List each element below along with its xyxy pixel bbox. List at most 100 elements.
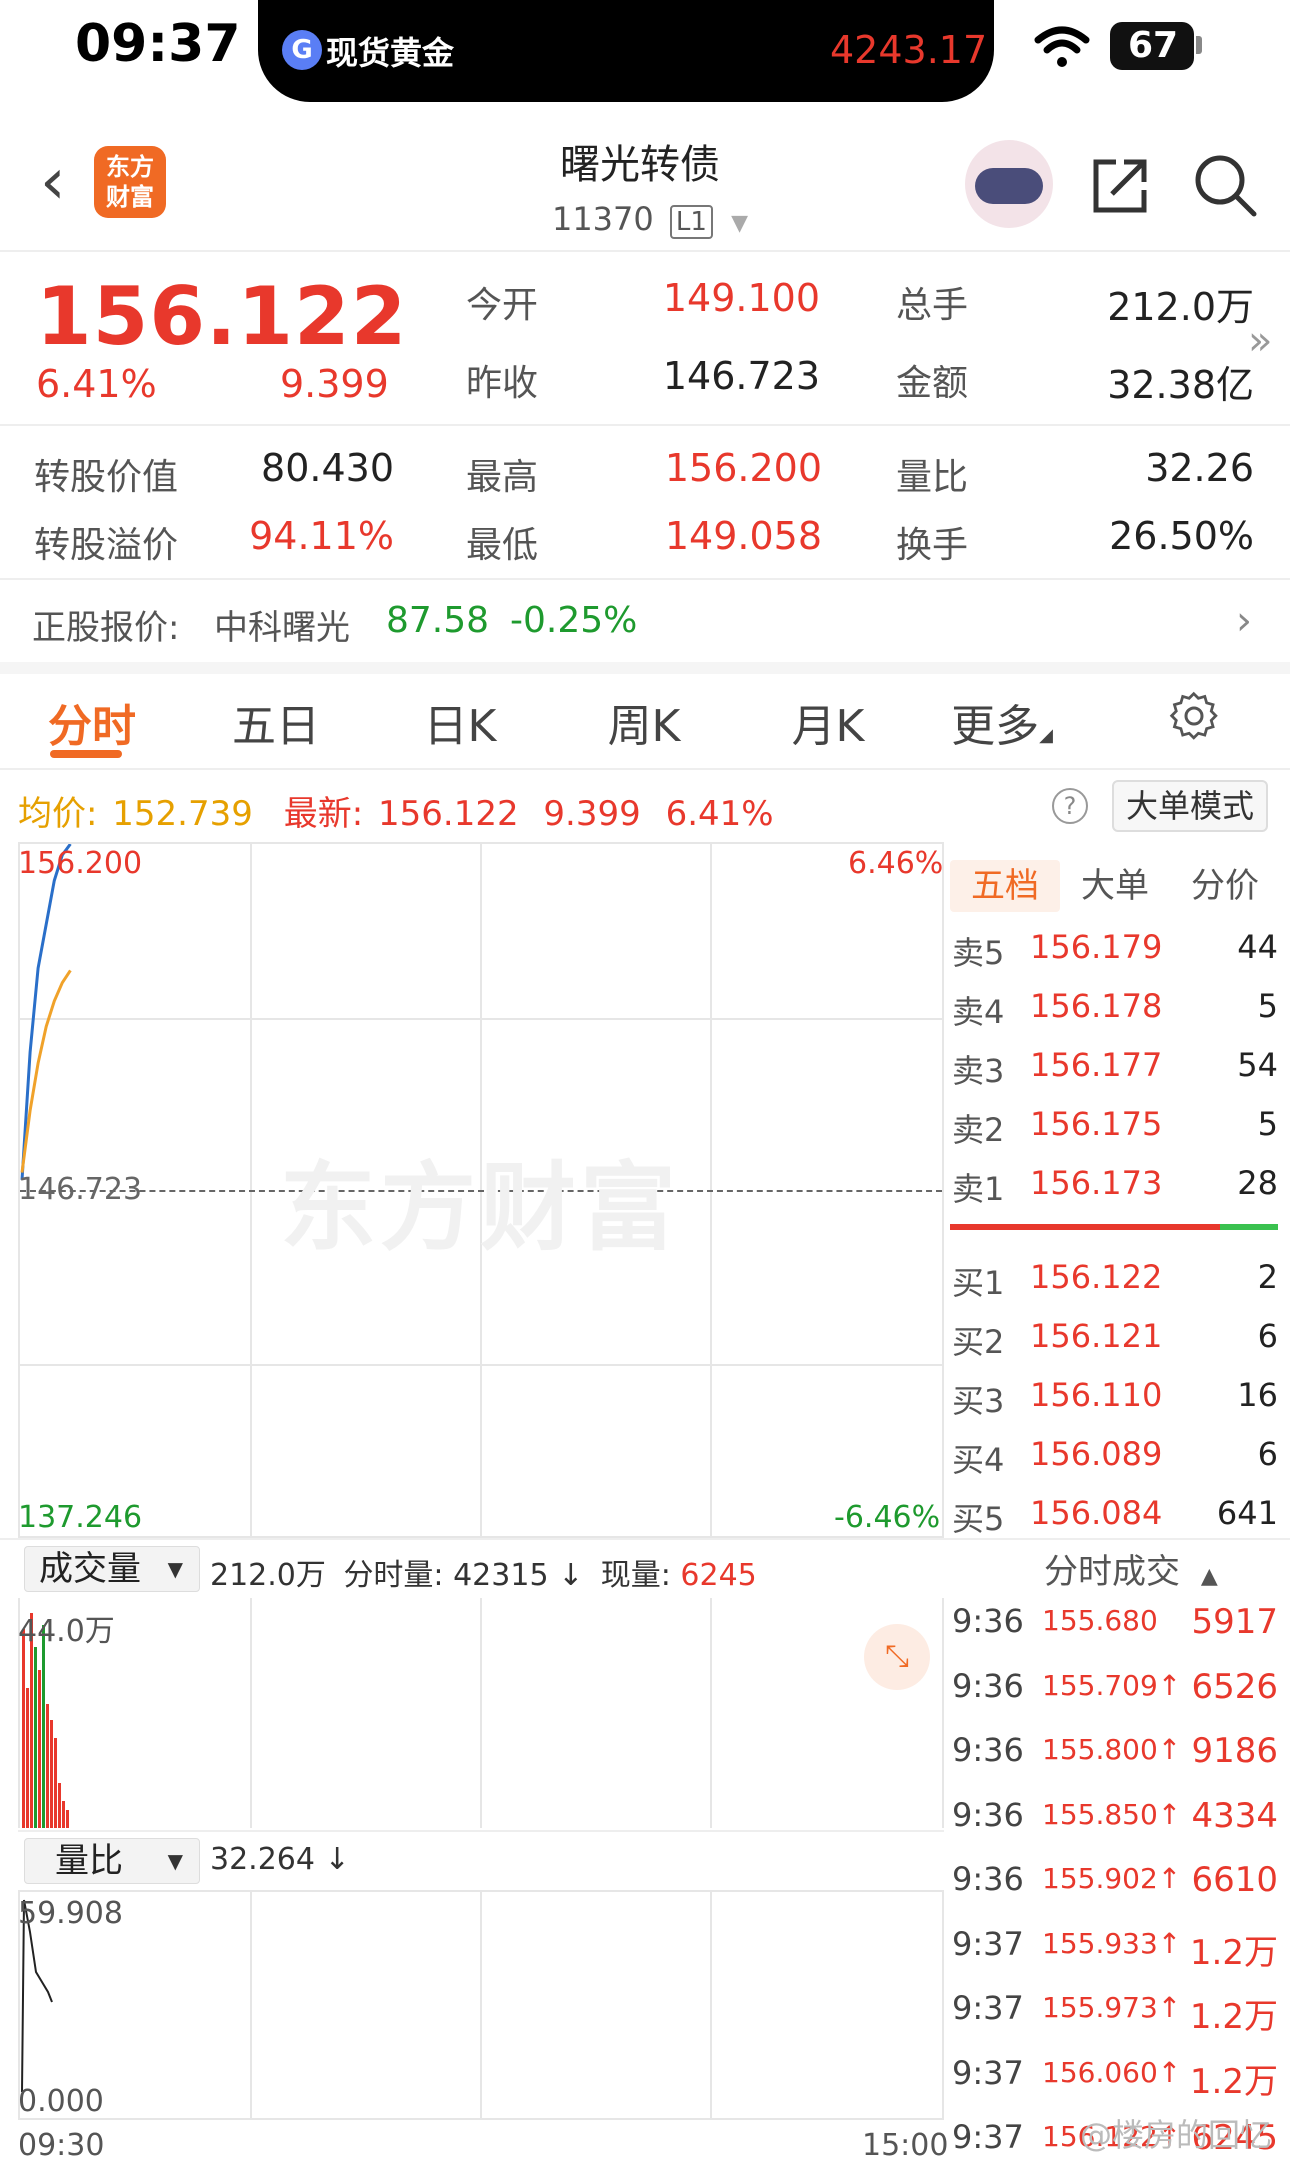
level-label: 卖4 [952, 993, 1005, 1031]
volume-label: 总手 [896, 285, 969, 326]
active-tab-indicator [50, 750, 122, 758]
eastmoney-logo[interactable]: 东方 财富 [94, 146, 166, 218]
trades-header-label: 分时成交 [1044, 1552, 1180, 1592]
help-icon[interactable]: ? [1052, 788, 1088, 824]
weibo-watermark: @楼房的回忆 [1080, 2116, 1273, 2154]
level-price: 156.177 [1030, 1046, 1163, 1084]
tab-monthly-k[interactable]: 月K [748, 690, 908, 754]
security-code[interactable]: 11370 L1 ▼ [500, 200, 800, 239]
bid-row[interactable]: 买5 156.084 641 [944, 1490, 1290, 1540]
bid-row[interactable]: 买2 156.121 6 [944, 1313, 1290, 1363]
tab-five-level[interactable]: 五档 [950, 860, 1060, 912]
volume-value: 212.0万 [1107, 285, 1254, 329]
turnover-label: 换手 [896, 525, 969, 566]
trade-row: 9:36 155.680 5917 [944, 1596, 1290, 1652]
latest-label: 最新: [283, 794, 364, 834]
prev-close-label: 昨收 [466, 363, 539, 404]
trade-time: 9:37 [952, 2118, 1024, 2156]
amount-value: 32.38亿 [1107, 363, 1254, 407]
trade-price: 155.709↑ [1042, 1668, 1182, 1702]
ask-row[interactable]: 卖5 156.179 44 [944, 924, 1290, 974]
volume-indicator-select[interactable]: 成交量 ▼ [24, 1546, 200, 1592]
level-price: 156.089 [1030, 1435, 1163, 1473]
level-qty: 5 [1257, 987, 1278, 1025]
level-price: 156.121 [1030, 1317, 1163, 1355]
tab-five-day[interactable]: 五日 [196, 690, 356, 754]
level-qty: 44 [1237, 928, 1278, 966]
code-text: 11370 [551, 200, 654, 238]
current-volume-value: 6245 [680, 1558, 757, 1593]
trade-volume: 9186 [1191, 1731, 1278, 1771]
ask-row[interactable]: 卖3 156.177 54 [944, 1042, 1290, 1092]
latest-change: 9.399 [543, 794, 641, 834]
tab-big-orders[interactable]: 大单 [1060, 860, 1170, 912]
volume-bar [46, 1704, 49, 1828]
chart-mid-price: 146.723 [18, 1172, 143, 1207]
chart-top-pct: 6.46% [848, 846, 944, 881]
level-label: 买4 [952, 1441, 1005, 1479]
trade-row: 9:37 155.973↑ 1.2万 [944, 1983, 1290, 2039]
trade-time: 9:36 [952, 1795, 1024, 1834]
share-icon[interactable] [1090, 156, 1150, 216]
tab-price-distribution[interactable]: 分价 [1170, 860, 1280, 912]
level-label: 买3 [952, 1382, 1005, 1420]
tab-daily-k[interactable]: 日K [380, 690, 540, 754]
volume-total: 212.0万 [210, 1558, 326, 1593]
vol-ratio-chart[interactable] [18, 1890, 944, 2120]
price-series-line [20, 844, 72, 1180]
double-chevron-right-icon[interactable]: » [1248, 318, 1272, 364]
quote-divider [0, 424, 1290, 426]
underlying-pct: -0.25% [510, 600, 638, 641]
corner-triangle-icon: ◢ [1039, 725, 1053, 746]
search-icon[interactable] [1192, 152, 1258, 218]
level-qty: 2 [1257, 1258, 1278, 1296]
avg-label: 均价: [18, 794, 98, 834]
level-label: 卖1 [952, 1170, 1005, 1208]
level-label: 买1 [952, 1264, 1005, 1302]
caret-down-icon: ▼ [167, 1557, 183, 1581]
trade-row: 9:37 155.933↑ 1.2万 [944, 1919, 1290, 1975]
tab-weekly-k[interactable]: 周K [564, 690, 724, 754]
underlying-price: 87.58 [386, 600, 490, 641]
level-badge: L1 [669, 205, 713, 239]
bid-row[interactable]: 买4 156.089 6 [944, 1431, 1290, 1481]
ask-row[interactable]: 卖1 156.173 28 [944, 1160, 1290, 1210]
trade-price: 155.933↑ [1042, 1926, 1182, 1960]
chart-info-line: 均价: 152.739 最新: 156.122 9.399 6.41% [18, 786, 774, 835]
tab-more-label: 更多 [951, 701, 1040, 752]
tab-intraday[interactable]: 分时 [12, 690, 172, 754]
vr-grid-v2 [480, 1892, 482, 2118]
tab-more[interactable]: 更多◢ [922, 690, 1082, 754]
high-value: 156.200 [664, 446, 822, 490]
level-qty: 6 [1257, 1317, 1278, 1355]
trade-volume: 4334 [1191, 1795, 1278, 1836]
volume-chart[interactable] [18, 1598, 944, 1828]
trade-row: 9:36 155.902↑ 6610 [944, 1854, 1290, 1910]
level-price: 156.179 [1030, 928, 1163, 966]
gear-icon[interactable] [1168, 690, 1220, 742]
volume-info: 212.0万 分时量: 42315 ↓ 现量: 6245 [210, 1550, 757, 1594]
ask-row[interactable]: 卖2 156.175 5 [944, 1101, 1290, 1151]
trades-header[interactable]: 分时成交 ▲ [1044, 1544, 1218, 1593]
vr-max-label: 59.908 [18, 1896, 123, 1931]
expand-icon[interactable]: ⤡ [864, 1624, 930, 1690]
island-label: 现货黄金 [326, 34, 455, 72]
bid-row[interactable]: 买1 156.122 2 [944, 1254, 1290, 1304]
latest-pct: 6.41% [665, 794, 774, 834]
low-value: 149.058 [664, 514, 822, 558]
trade-time: 9:36 [952, 1860, 1024, 1898]
trade-price: 155.973↑ [1042, 1991, 1182, 2024]
caret-down-icon: ▼ [167, 1849, 183, 1873]
trade-row: 9:36 155.800↑ 9186 [944, 1725, 1290, 1781]
underlying-stock-row[interactable]: 正股报价: 中科曙光 87.58 -0.25% › [0, 580, 1290, 662]
trade-time: 9:36 [952, 1666, 1024, 1705]
bid-row[interactable]: 买3 156.110 16 [944, 1372, 1290, 1422]
big-order-mode-button[interactable]: 大单模式 [1112, 780, 1268, 832]
vol-ratio-indicator-select[interactable]: 量比 ▼ [24, 1838, 200, 1884]
trade-volume: 1.2万 [1189, 2061, 1278, 2102]
back-icon[interactable]: ‹ [40, 150, 66, 214]
vol-grid-v3 [710, 1598, 712, 1828]
trade-price: 155.902↑ [1042, 1862, 1182, 1895]
ask-row[interactable]: 卖4 156.178 5 [944, 983, 1290, 1033]
high-label: 最高 [466, 457, 539, 498]
